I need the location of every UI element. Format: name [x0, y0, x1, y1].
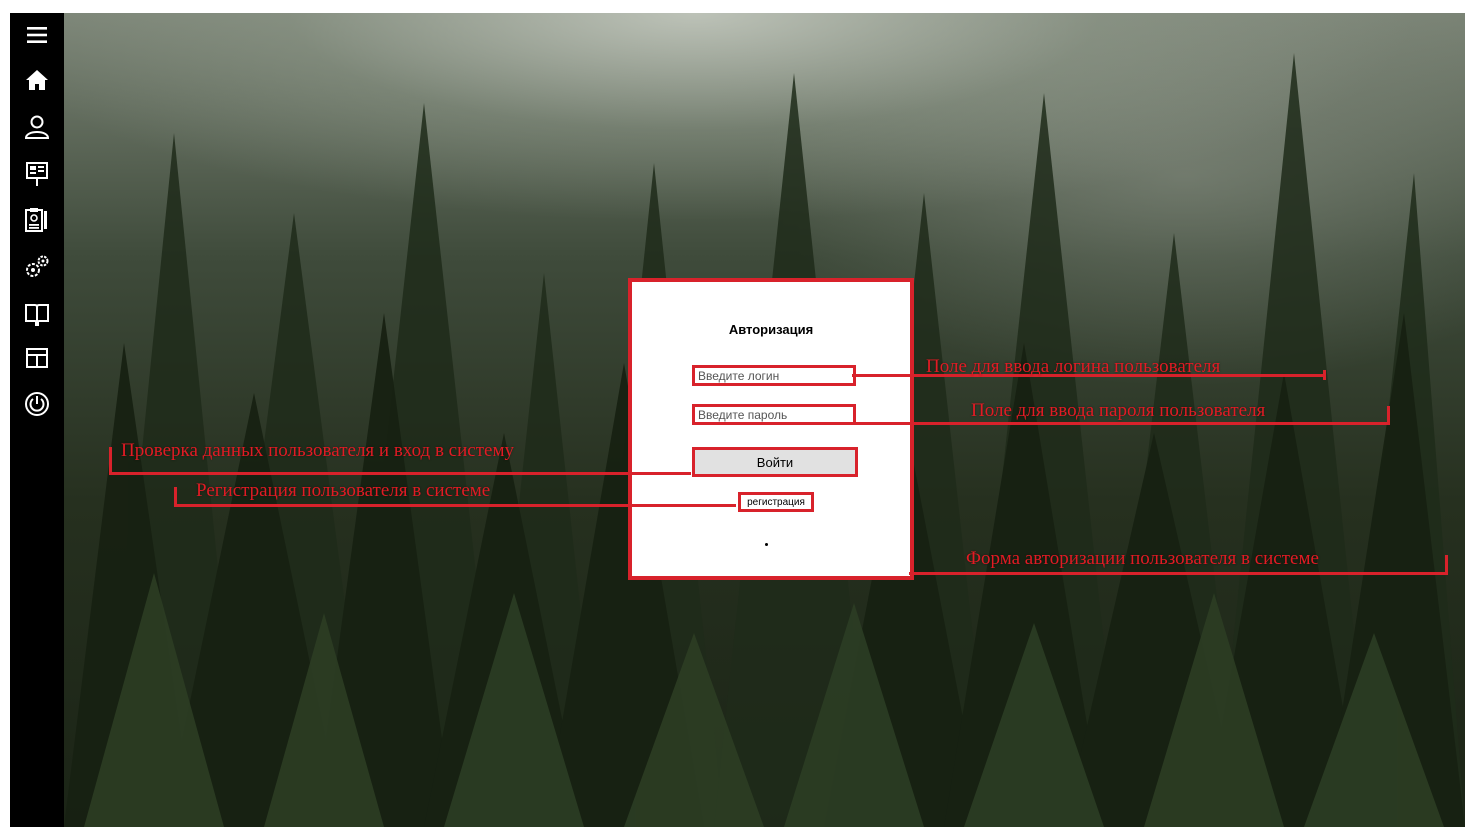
sidebar-item-layout[interactable] [17, 339, 57, 377]
sidebar-item-presentations[interactable] [17, 155, 57, 193]
clipboard-report-icon [25, 208, 47, 232]
sidebar-item-library[interactable] [17, 295, 57, 333]
book-icon [25, 304, 49, 326]
login-button[interactable]: Войти [692, 447, 858, 477]
annotation-line-submit [109, 472, 691, 475]
annotation-password-field: Поле для ввода пароля пользователя [971, 400, 1266, 421]
annotation-line-register-end [174, 487, 177, 507]
annotation-register-link: Регистрация пользователя в системе [196, 480, 491, 501]
user-icon [24, 115, 50, 139]
layout-panel-icon [26, 348, 48, 368]
sidebar-item-logout[interactable] [17, 385, 57, 423]
annotation-line-password-end [1387, 406, 1390, 425]
annotation-submit-button: Проверка данных пользователя и вход в си… [121, 440, 514, 461]
sidebar-item-profile[interactable] [17, 108, 57, 146]
form-title: Авторизация [728, 322, 814, 337]
gears-icon [26, 255, 49, 277]
sidebar [10, 13, 64, 827]
annotation-line-form-end [1445, 555, 1448, 575]
password-input[interactable] [692, 404, 856, 425]
sidebar-item-menu[interactable] [17, 16, 57, 54]
form-dot [765, 543, 768, 546]
sidebar-item-settings[interactable] [17, 248, 57, 286]
register-link[interactable]: регистрация [738, 492, 814, 512]
annotation-login-field: Поле для ввода логина пользователя [926, 356, 1221, 377]
login-input[interactable] [692, 365, 856, 386]
presentation-board-icon [26, 162, 48, 186]
annotation-line-login-end [1323, 370, 1326, 380]
power-icon [25, 392, 49, 416]
home-icon [26, 70, 48, 90]
annotation-line-form [909, 572, 1448, 575]
annotation-line-submit-end [109, 447, 112, 475]
sidebar-item-reports[interactable] [17, 201, 57, 239]
login-form: Авторизация Войти регистрация [628, 278, 914, 580]
annotation-line-password [852, 422, 1390, 425]
annotation-line-register [174, 504, 736, 507]
sidebar-item-home[interactable] [17, 61, 57, 99]
annotation-form: Форма авторизации пользователя в системе [966, 548, 1319, 569]
hamburger-menu-icon [27, 27, 47, 43]
app-window: Авторизация Войти регистрация Поле для в… [10, 13, 1465, 827]
